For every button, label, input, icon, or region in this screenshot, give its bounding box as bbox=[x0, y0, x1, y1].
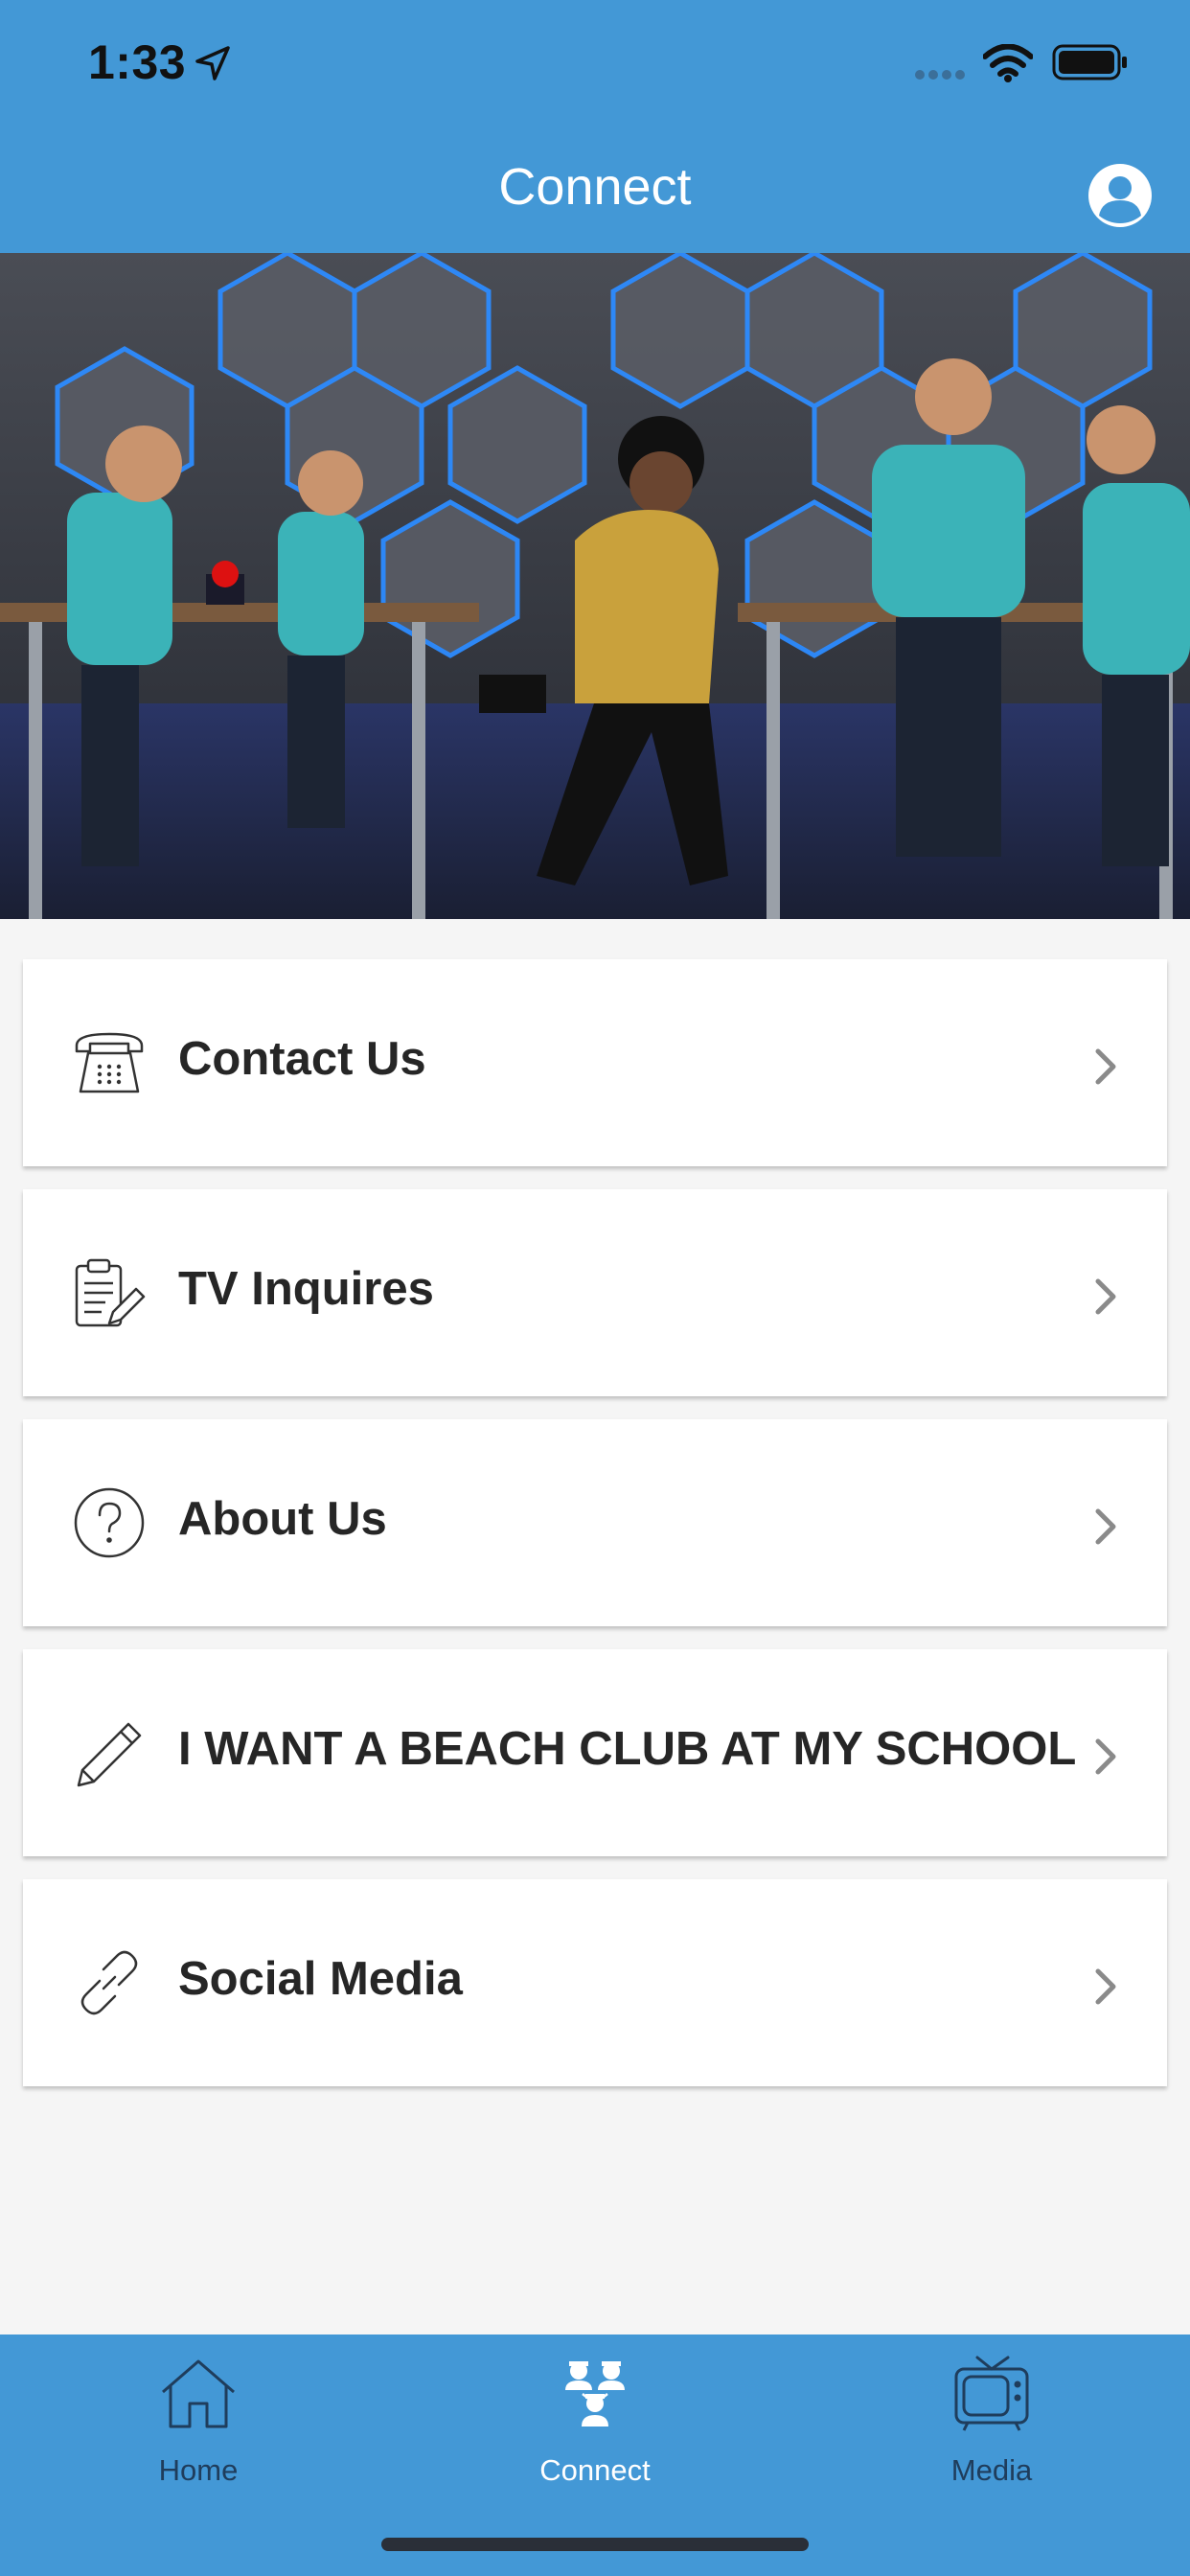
menu-item-contact-us[interactable]: Contact Us bbox=[23, 959, 1167, 1166]
question-circle-icon bbox=[74, 1487, 145, 1558]
menu-item-social-media[interactable]: Social Media bbox=[23, 1879, 1167, 2086]
telephone-icon bbox=[75, 1032, 144, 1093]
clipboard-edit-icon bbox=[75, 1258, 146, 1327]
menu-item-tv-inquires[interactable]: TV Inquires bbox=[23, 1189, 1167, 1396]
menu-item-about-us[interactable]: About Us bbox=[23, 1419, 1167, 1626]
tab-home[interactable]: Home bbox=[0, 2334, 397, 2488]
cellular-signal-icon bbox=[915, 70, 965, 80]
menu-item-label: About Us bbox=[178, 1493, 387, 1545]
page-title: Connect bbox=[498, 158, 692, 216]
tab-label: Media bbox=[950, 2453, 1033, 2487]
home-indicator[interactable] bbox=[381, 2538, 809, 2551]
menu-item-label: TV Inquires bbox=[178, 1263, 434, 1315]
chevron-right-icon bbox=[1095, 1508, 1116, 1545]
navigation-bar: Connect bbox=[0, 126, 1190, 253]
people-icon bbox=[565, 2361, 625, 2426]
status-time: 1:33 bbox=[88, 35, 187, 89]
tab-connect[interactable]: Connect bbox=[397, 2334, 793, 2488]
menu-item-beach-club[interactable]: I WANT A BEACH CLUB AT MY SCHOOL bbox=[23, 1649, 1167, 1856]
tab-media[interactable]: Media bbox=[793, 2334, 1190, 2488]
menu-item-label: I WANT A BEACH CLUB AT MY SCHOOL bbox=[178, 1723, 1077, 1775]
house-icon bbox=[162, 2359, 235, 2428]
menu-list: Contact Us TV Inquires About Us I WANT A… bbox=[23, 959, 1167, 2109]
user-circle-icon[interactable] bbox=[1087, 162, 1154, 229]
chevron-right-icon bbox=[1095, 1278, 1116, 1315]
pencil-icon bbox=[77, 1722, 142, 1787]
menu-item-label: Contact Us bbox=[178, 1033, 426, 1085]
tab-label: Connect bbox=[539, 2453, 651, 2487]
tab-label: Home bbox=[158, 2453, 239, 2487]
wifi-icon bbox=[983, 44, 1033, 82]
tv-icon bbox=[954, 2356, 1029, 2431]
location-arrow-icon bbox=[195, 46, 230, 80]
link-icon bbox=[80, 1950, 138, 2015]
chevron-right-icon bbox=[1095, 1738, 1116, 1775]
chevron-right-icon bbox=[1095, 1048, 1116, 1085]
menu-item-label: Social Media bbox=[178, 1953, 463, 2005]
hero-image bbox=[0, 253, 1190, 919]
battery-icon bbox=[1052, 44, 1127, 80]
status-bar: 1:33 bbox=[0, 0, 1190, 126]
chevron-right-icon bbox=[1095, 1968, 1116, 2005]
